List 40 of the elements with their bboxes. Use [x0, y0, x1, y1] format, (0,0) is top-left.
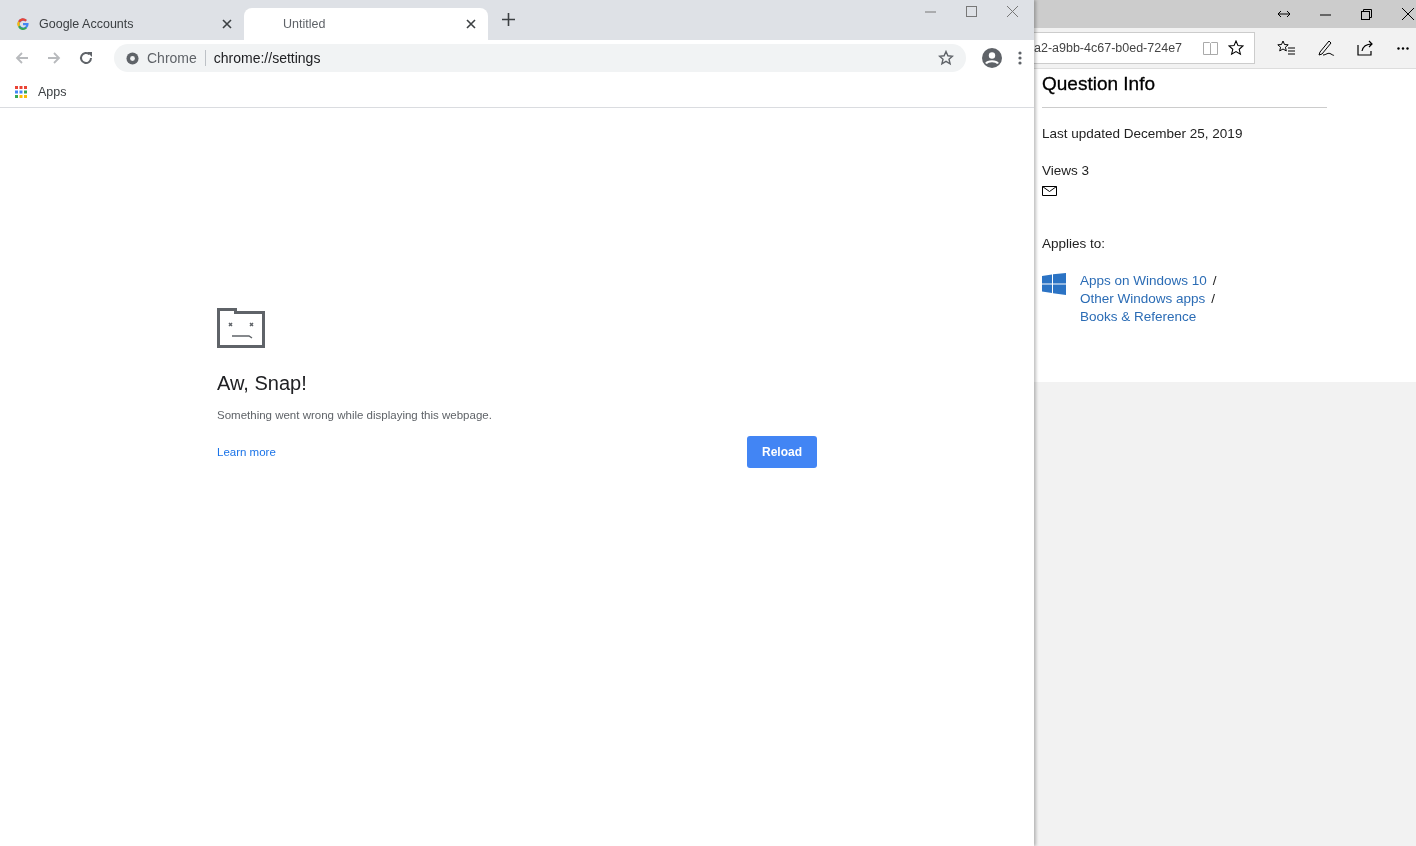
close-icon[interactable]: [222, 19, 232, 29]
apps-grid-icon: [15, 85, 27, 98]
reload-button[interactable]: Reload: [747, 436, 817, 468]
address-bar[interactable]: a2-a9bb-4c67-b0ed-724e7: [1034, 32, 1255, 64]
browser-tab[interactable]: Untitled: [244, 8, 488, 40]
new-tab-icon[interactable]: [502, 12, 515, 26]
share-icon[interactable]: [1357, 40, 1375, 56]
chrome-logo-icon: [126, 51, 139, 65]
account-avatar-icon[interactable]: [982, 48, 1002, 68]
breadcrumb-separator: /: [1211, 291, 1216, 306]
bookmark-item[interactable]: Apps: [15, 84, 67, 99]
bookmark-star-icon[interactable]: [938, 50, 954, 66]
favorites-list-icon[interactable]: [1277, 40, 1295, 56]
reload-icon[interactable]: [78, 50, 94, 66]
browser-tab[interactable]: Google Accounts: [0, 8, 244, 40]
category-link[interactable]: Books & Reference: [1080, 309, 1197, 324]
close-icon[interactable]: [466, 19, 476, 29]
windows-logo-icon: [1042, 273, 1066, 295]
menu-icon[interactable]: [1018, 51, 1022, 65]
favorite-star-icon[interactable]: [1228, 40, 1244, 56]
error-title: Aw, Snap!: [217, 372, 308, 395]
category-link[interactable]: Other Windows apps: [1080, 291, 1206, 306]
address-bar[interactable]: Chrome chrome://settings: [114, 44, 966, 72]
category-link[interactable]: Apps on Windows 10: [1080, 273, 1207, 288]
pen-icon[interactable]: [1317, 39, 1335, 57]
close-icon[interactable]: [1402, 8, 1414, 20]
maximize-icon[interactable]: [966, 6, 977, 17]
error-message: Something went wrong while displaying this webpage.: [217, 409, 493, 421]
section-heading: Question Info: [1042, 73, 1327, 108]
restore-icon[interactable]: [1361, 8, 1372, 20]
resize-arrow-icon: [1278, 10, 1290, 18]
learn-more-link[interactable]: Learn more: [217, 446, 276, 458]
breadcrumb-separator: /: [1212, 273, 1217, 288]
more-icon[interactable]: [1397, 46, 1409, 50]
mail-icon[interactable]: [1042, 186, 1057, 196]
applies-to-label: Applies to:: [1042, 236, 1107, 251]
last-updated-text: Last updated December 25, 2019: [1042, 126, 1244, 141]
sad-folder-icon: [217, 308, 265, 348]
views-count: Views 3: [1042, 163, 1091, 178]
google-g-icon: [16, 17, 30, 31]
